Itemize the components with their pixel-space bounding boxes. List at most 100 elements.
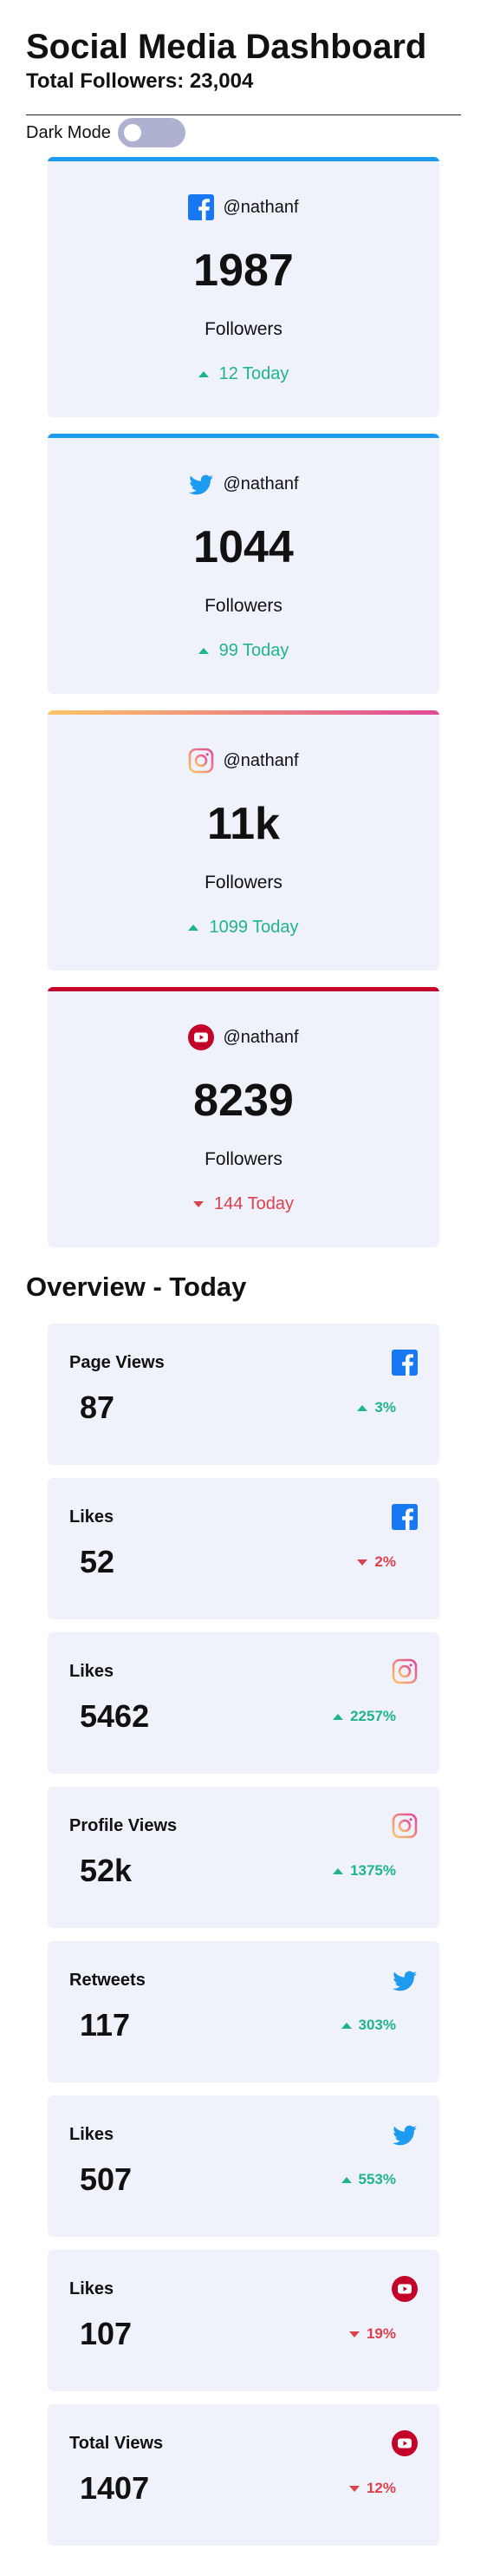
overview-card-top: Page Views — [69, 1350, 418, 1376]
card-top-border — [48, 710, 439, 715]
metric-value: 52k — [80, 1853, 133, 1888]
metric-value: 5462 — [80, 1698, 150, 1734]
today-change: 144 Today — [48, 1194, 439, 1214]
metric-change: 19% — [348, 2325, 396, 2343]
handle-row: @nathanf — [48, 748, 439, 774]
youtube-icon — [392, 2430, 418, 2456]
today-change-value: 144 Today — [214, 1194, 294, 1213]
twitter-icon — [392, 1967, 418, 1993]
metric-change: 553% — [341, 2171, 396, 2188]
overview-card-bottom: 507 553% — [69, 2161, 418, 2198]
overview-card-bottom: 5462 2257% — [69, 1698, 418, 1735]
card-top-border — [48, 987, 439, 991]
overview-card-bottom: 52 2% — [69, 1544, 418, 1580]
follower-label: Followers — [205, 319, 282, 339]
arrow-down-icon — [357, 1559, 368, 1566]
metric-value: 117 — [80, 2007, 131, 2043]
overview-card-bottom: 117 303% — [69, 2007, 418, 2043]
account-handle: @nathanf — [223, 750, 299, 770]
metric-label: Retweets — [69, 1970, 146, 1990]
metric-change-value: 2% — [374, 1553, 396, 1570]
overview-card-bottom: 107 19% — [69, 2316, 418, 2352]
youtube-icon — [392, 2276, 418, 2302]
arrow-down-icon — [193, 1201, 205, 1207]
metric-label: Likes — [69, 1507, 114, 1527]
arrow-up-icon — [341, 2176, 352, 2183]
follower-count: 1987 — [193, 245, 294, 296]
follower-card-youtube[interactable]: @nathanf 8239 Followers 144 Today — [48, 987, 439, 1247]
overview-card-top: Likes — [69, 2122, 418, 2148]
overview-title: Overview - Today — [26, 1272, 247, 1302]
metric-change: 1375% — [333, 1862, 396, 1880]
arrow-up-icon — [198, 648, 209, 654]
metric-label: Total Views — [69, 2433, 164, 2453]
twitter-icon — [392, 2122, 418, 2148]
today-change-value: 12 Today — [218, 364, 289, 383]
facebook-icon — [392, 1504, 418, 1530]
today-change: 12 Today — [48, 364, 439, 384]
arrow-up-icon — [188, 925, 199, 931]
overview-card[interactable]: Likes 5462 2257% — [48, 1632, 439, 1774]
overview-card-top: Likes — [69, 1658, 418, 1684]
metric-value: 507 — [80, 2161, 133, 2197]
overview-card[interactable]: Likes 52 2% — [48, 1478, 439, 1619]
metric-label: Likes — [69, 2124, 114, 2144]
today-change-value: 1099 Today — [209, 918, 299, 937]
youtube-icon — [188, 1024, 215, 1050]
metric-change-value: 19% — [366, 2325, 396, 2342]
dark-mode-row: Dark Mode — [0, 115, 487, 147]
follower-count: 8239 — [193, 1076, 294, 1126]
today-change: 1099 Today — [48, 918, 439, 938]
today-change: 99 Today — [48, 641, 439, 661]
metric-change-value: 303% — [358, 2017, 396, 2033]
twitter-icon — [188, 471, 214, 497]
metric-change-value: 3% — [374, 1399, 396, 1415]
follower-card-twitter[interactable]: @nathanf 1044 Followers 99 Today — [48, 434, 439, 694]
follower-card-instagram[interactable]: @nathanf 11k Followers 1099 Today — [48, 710, 439, 971]
overview-card[interactable]: Total Views 1407 12% — [48, 2404, 439, 2546]
metric-label: Profile Views — [69, 1815, 178, 1835]
account-handle: @nathanf — [223, 1027, 299, 1047]
handle-row: @nathanf — [48, 471, 439, 497]
page-title: Social Media Dashboard — [26, 28, 427, 66]
card-top-border — [48, 157, 439, 161]
toggle-knob[interactable] — [123, 124, 141, 141]
arrow-up-icon — [333, 1867, 344, 1874]
metric-change-value: 12% — [366, 2480, 396, 2496]
facebook-icon — [392, 1350, 418, 1376]
overview-card[interactable]: Likes 507 553% — [48, 2095, 439, 2237]
card-top-border — [48, 434, 439, 438]
overview-card-top: Likes — [69, 1504, 418, 1530]
instagram-icon — [188, 748, 214, 774]
follower-label: Followers — [205, 873, 282, 892]
overview-card-bottom: 52k 1375% — [69, 1853, 418, 1889]
overview-section: Page Views 87 3% Likes 52 2% Likes 5462 … — [0, 1324, 487, 2546]
overview-card[interactable]: Page Views 87 3% — [48, 1324, 439, 1465]
follower-count: 11k — [207, 799, 280, 849]
arrow-up-icon — [341, 2022, 352, 2029]
overview-card-bottom: 87 3% — [69, 1389, 418, 1426]
overview-card-top: Likes — [69, 2276, 418, 2302]
today-change-value: 99 Today — [218, 641, 289, 660]
overview-card-top: Profile Views — [69, 1813, 418, 1839]
overview-card[interactable]: Profile Views 52k 1375% — [48, 1787, 439, 1928]
handle-row: @nathanf — [48, 194, 439, 220]
arrow-down-icon — [348, 2485, 360, 2492]
facebook-icon — [188, 194, 215, 220]
dark-mode-toggle[interactable] — [117, 118, 185, 147]
handle-row: @nathanf — [48, 1024, 439, 1050]
follower-card-facebook[interactable]: @nathanf 1987 Followers 12 Today — [48, 157, 439, 417]
metric-label: Page Views — [69, 1352, 165, 1372]
metric-label: Likes — [69, 2279, 114, 2298]
overview-card[interactable]: Retweets 117 303% — [48, 1941, 439, 2082]
overview-card-top: Retweets — [69, 1967, 418, 1993]
dashboard-header: Social Media Dashboard Total Followers: … — [0, 0, 487, 94]
arrow-down-icon — [348, 2331, 360, 2337]
follower-label: Followers — [205, 596, 282, 616]
metric-change-value: 1375% — [350, 1862, 396, 1879]
metric-change: 303% — [341, 2017, 396, 2034]
overview-card[interactable]: Likes 107 19% — [48, 2250, 439, 2391]
total-followers: Total Followers: 23,004 — [26, 69, 254, 93]
arrow-up-icon — [333, 1713, 344, 1720]
metric-value: 107 — [80, 2316, 133, 2351]
